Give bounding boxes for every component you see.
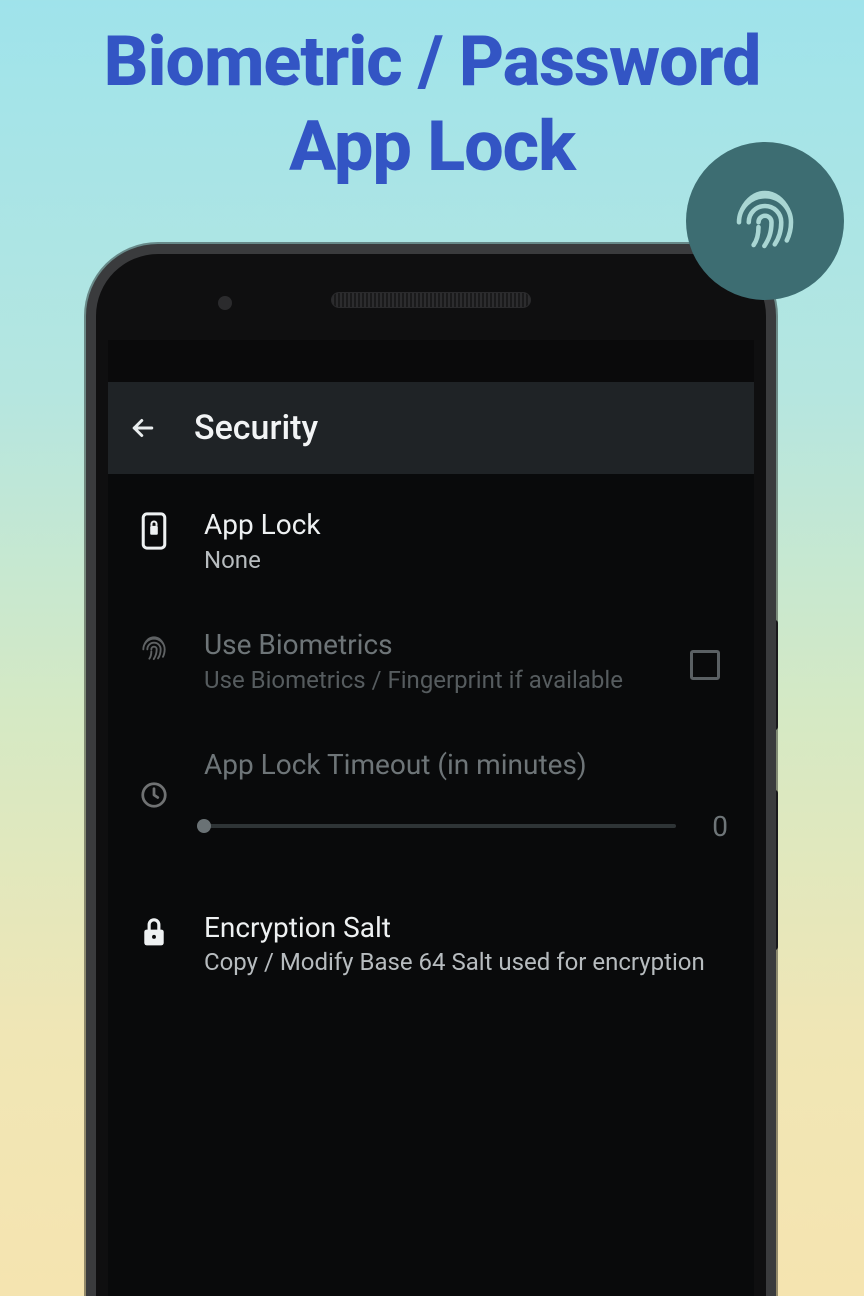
setting-label: Encryption Salt <box>204 911 728 945</box>
setting-subtitle: Use Biometrics / Fingerprint if availabl… <box>204 664 660 696</box>
slider-thumb[interactable] <box>197 819 211 833</box>
phone-screen: Security App Lock None <box>108 340 754 1296</box>
timeout-value: 0 <box>704 810 728 843</box>
phone-camera <box>218 296 232 310</box>
setting-label: App Lock <box>204 508 728 542</box>
phone-lock-icon <box>134 508 174 550</box>
setting-app-lock[interactable]: App Lock None <box>108 482 754 602</box>
phone-frame: Security App Lock None <box>86 244 776 1296</box>
setting-subtitle: Copy / Modify Base 64 Salt used for encr… <box>204 946 728 978</box>
phone-speaker <box>331 292 531 308</box>
promo-line2: App Lock <box>289 106 575 188</box>
settings-list: App Lock None Use Biometrics <box>108 474 754 1296</box>
fingerprint-badge <box>686 142 844 300</box>
timeout-slider[interactable] <box>204 824 676 828</box>
app-bar: Security <box>108 382 754 474</box>
fingerprint-icon <box>134 628 174 664</box>
setting-use-biometrics[interactable]: Use Biometrics Use Biometrics / Fingerpr… <box>108 602 754 722</box>
back-button[interactable] <box>128 413 158 443</box>
page-title: Security <box>194 408 318 448</box>
lock-icon <box>134 911 174 949</box>
status-bar <box>108 340 754 382</box>
setting-value: None <box>204 544 728 576</box>
setting-app-lock-timeout[interactable]: App Lock Timeout (in minutes) 0 <box>108 722 754 869</box>
promo-line1: Biometric / Password <box>104 21 761 103</box>
clock-icon <box>134 780 174 810</box>
fingerprint-icon <box>726 180 804 262</box>
setting-label: Use Biometrics <box>204 628 660 662</box>
setting-encryption-salt[interactable]: Encryption Salt Copy / Modify Base 64 Sa… <box>108 869 754 1005</box>
biometrics-checkbox[interactable] <box>690 650 720 680</box>
setting-label: App Lock Timeout (in minutes) <box>204 748 728 782</box>
